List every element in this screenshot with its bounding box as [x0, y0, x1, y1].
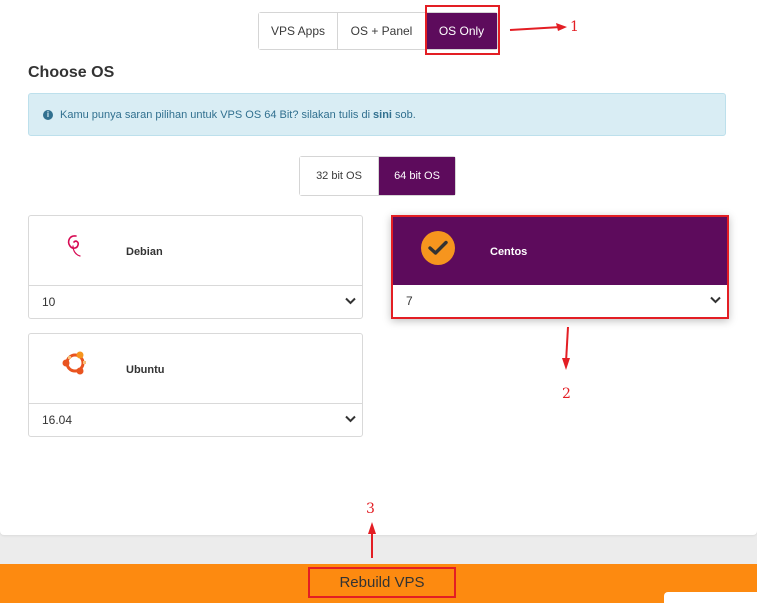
os-name-centos: Centos	[490, 246, 528, 258]
corner-divider	[664, 592, 757, 603]
os-card-header[interactable]: Debian	[29, 216, 362, 286]
os-card-ubuntu[interactable]: Ubuntu 16.04	[28, 333, 363, 437]
annotation-number-1: 1	[570, 19, 579, 35]
chevron-down-icon	[710, 296, 721, 304]
os-name-debian: Debian	[126, 246, 163, 258]
tab-32bit[interactable]: 32 bit OS	[300, 157, 379, 195]
annotation-highlight-tab	[425, 5, 500, 55]
rebuild-vps-button[interactable]: Rebuild VPS	[308, 567, 456, 598]
tab-64bit[interactable]: 64 bit OS	[379, 157, 455, 195]
os-card-centos[interactable]: Centos 7	[391, 215, 729, 319]
version-select-debian[interactable]: 10	[29, 286, 362, 318]
os-selection-panel: VPS Apps OS + Panel OS Only Choose OS i …	[0, 0, 757, 535]
info-alert: i Kamu punya saran pilihan untuk VPS OS …	[28, 93, 726, 136]
os-card-header[interactable]: Centos	[393, 217, 727, 285]
alert-link[interactable]: sini	[373, 109, 392, 121]
checkmark-icon	[428, 240, 448, 255]
version-select-centos[interactable]: 7	[393, 285, 727, 317]
annotation-number-2: 2	[562, 386, 571, 402]
version-value: 10	[42, 295, 56, 309]
ubuntu-logo-icon	[62, 351, 86, 375]
page-title: Choose OS	[28, 64, 115, 81]
info-icon: i	[43, 109, 53, 120]
version-select-ubuntu[interactable]: 16.04	[29, 404, 362, 436]
selected-check	[421, 231, 455, 265]
annotation-number-3: 3	[366, 501, 375, 517]
bit-tabs: 32 bit OS 64 bit OS	[299, 156, 456, 196]
chevron-down-icon	[345, 415, 356, 423]
version-value: 16.04	[42, 413, 73, 427]
alert-text-end: sob.	[394, 108, 416, 121]
debian-swirl-icon	[67, 235, 81, 257]
tab-vps-apps[interactable]: VPS Apps	[259, 13, 338, 49]
os-card-debian[interactable]: Debian 10	[28, 215, 363, 319]
chevron-down-icon	[345, 297, 356, 305]
version-value: 7	[406, 294, 413, 308]
os-card-header[interactable]: Ubuntu	[29, 334, 362, 404]
os-name-ubuntu: Ubuntu	[126, 364, 165, 376]
tab-os-panel[interactable]: OS + Panel	[338, 13, 426, 49]
alert-text: Kamu punya saran pilihan untuk VPS OS 64…	[60, 108, 371, 121]
